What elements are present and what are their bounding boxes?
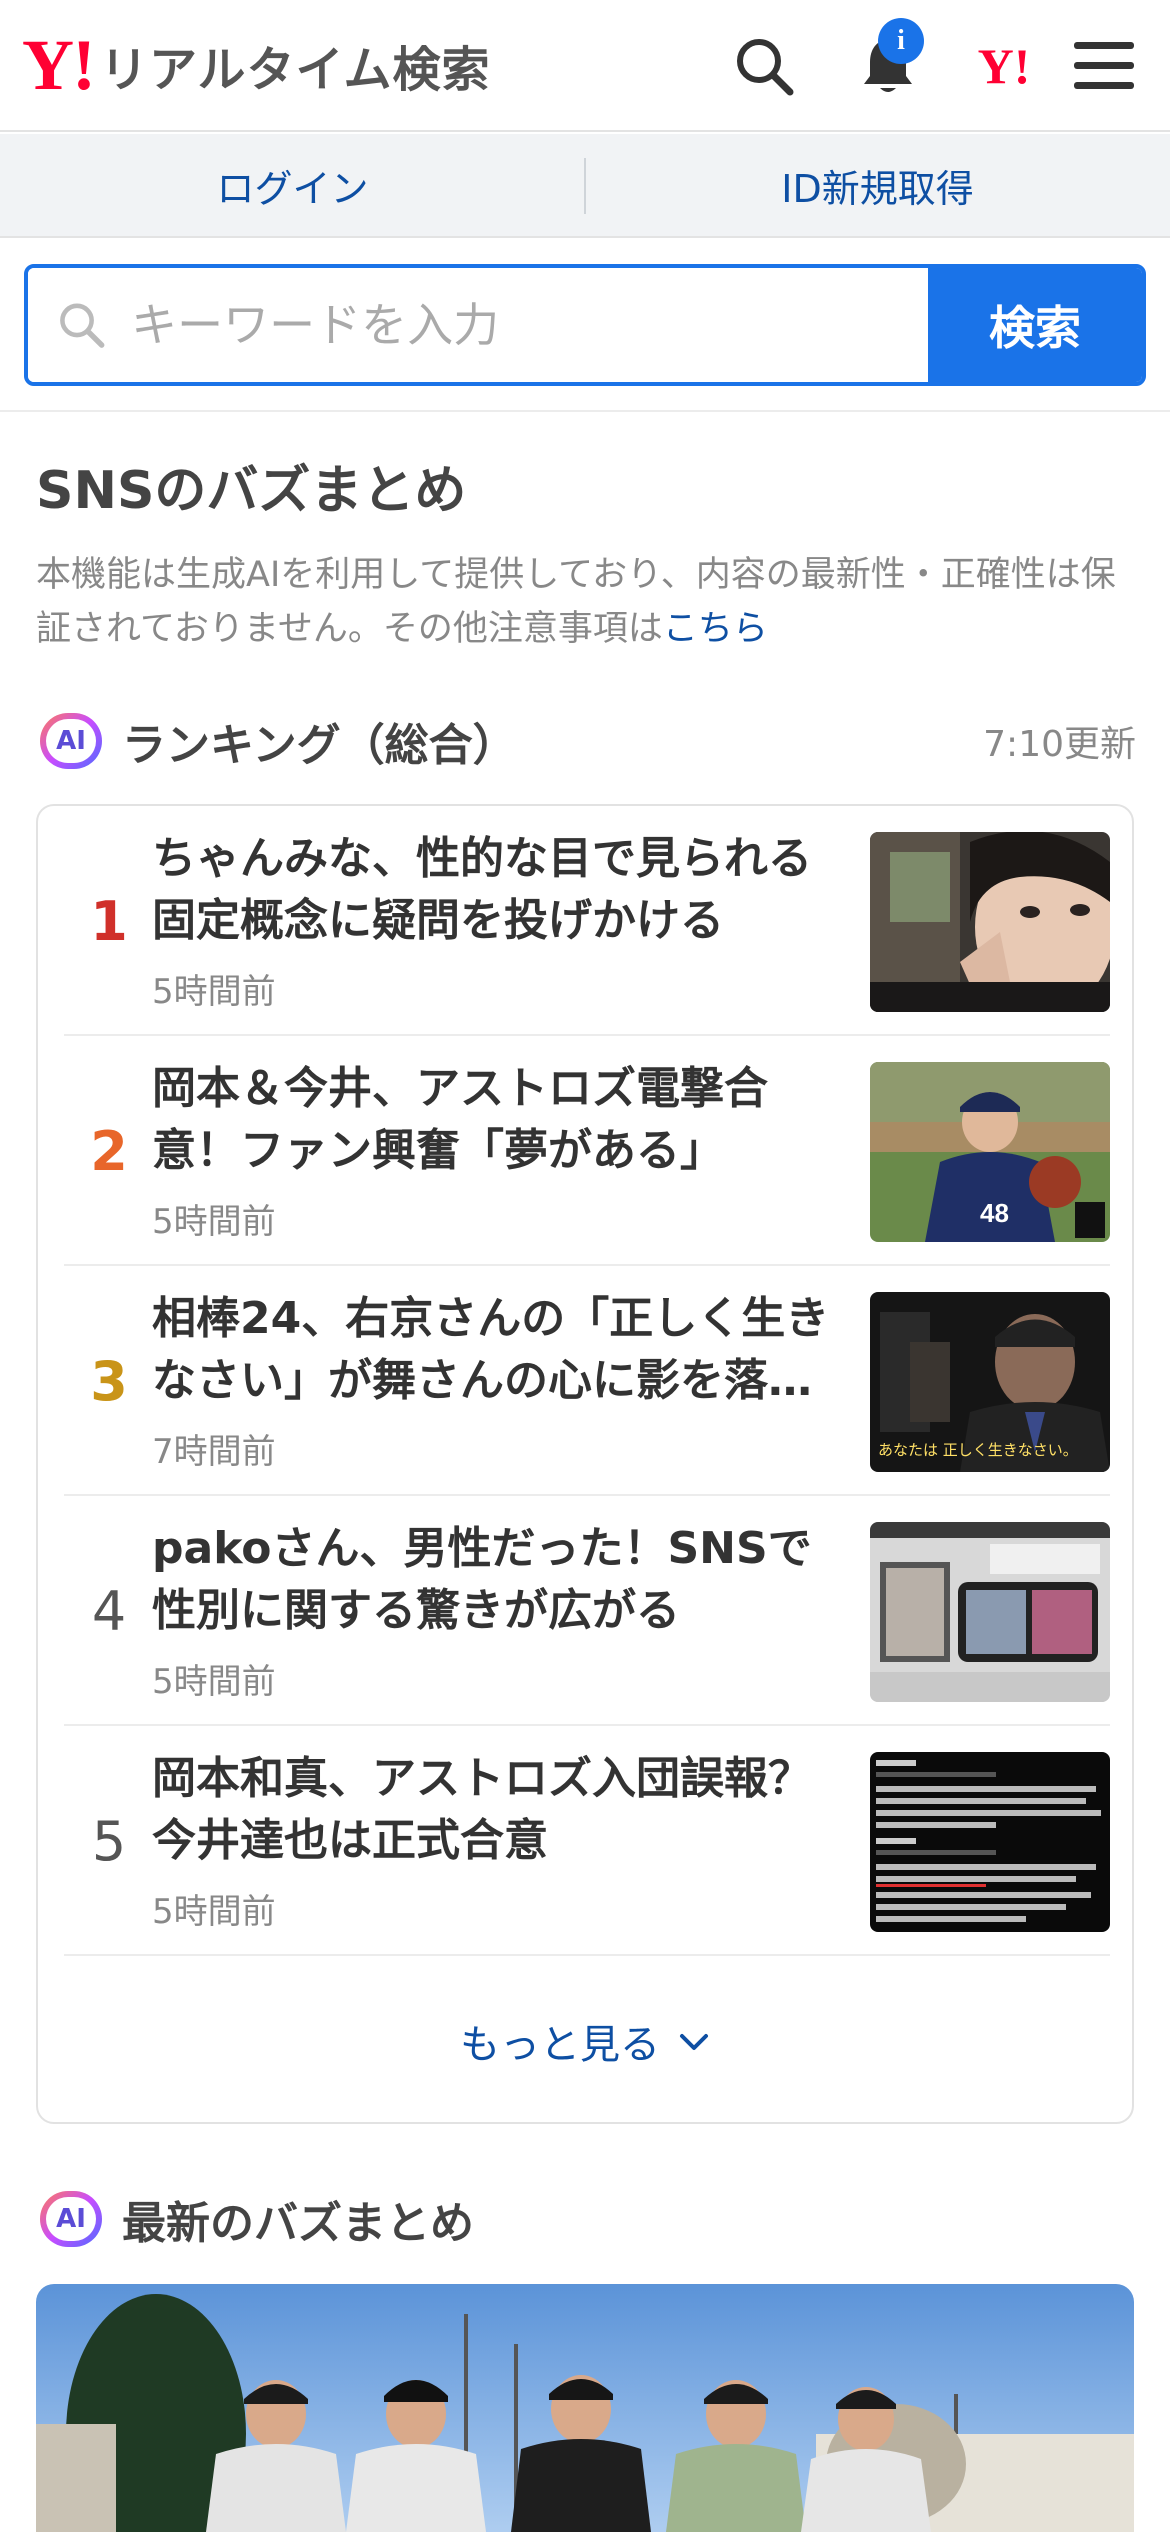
rank-number: 1 — [90, 889, 128, 953]
login-bar: ログイン ID新規取得 — [0, 134, 1170, 238]
thumbnail-caption: あなたは 正しく生きなさい。 — [878, 1441, 1078, 1459]
chevron-down-icon — [680, 2034, 708, 2050]
ranking-time: 5時間前 — [152, 1202, 276, 1242]
more-label: もっと見る — [460, 2022, 660, 2068]
login-link[interactable]: ログイン — [0, 134, 585, 236]
ranking-item[interactable]: 5 岡本和真、アストロズ入団誤報？今井達也は正式合意 5時間前 — [64, 1726, 1110, 1956]
ranking-thumbnail[interactable] — [870, 1522, 1110, 1702]
search-button[interactable]: 検索 — [928, 268, 1142, 382]
yahoo-small-logo: Y! — [977, 38, 1031, 94]
yahoo-realtime-logo[interactable]: Y! リアルタイム検索 — [22, 25, 491, 105]
latest-hero-image[interactable] — [36, 2284, 1134, 2532]
ranking-time: 7時間前 — [152, 1432, 276, 1472]
ranking-time: 5時間前 — [152, 972, 276, 1012]
notification-bell-icon[interactable]: i — [850, 18, 926, 104]
section-title: SNSのバズまとめ — [36, 461, 467, 521]
search-field[interactable] — [28, 268, 928, 382]
notification-badge: i — [878, 18, 924, 64]
yahoo-top-link[interactable]: Y! — [966, 28, 1042, 104]
section-divider — [0, 410, 1170, 412]
more-button[interactable]: もっと見る — [38, 1996, 1136, 2086]
ranking-header: AI ランキング（総合） 7:10更新 — [40, 708, 1136, 774]
ranking-thumbnail[interactable]: 48 — [870, 1062, 1110, 1242]
search-bar: 検索 — [24, 264, 1146, 386]
ranking-thumbnail[interactable] — [870, 832, 1110, 1012]
latest-header: AI 最新のバズまとめ — [40, 2186, 474, 2252]
ai-icon: AI — [40, 2191, 102, 2247]
ranking-card: 1 ちゃんみな、性的な目で見られる固定概念に疑問を投げかける 5時間前 2 岡本… — [36, 804, 1134, 2124]
ranking-headline[interactable]: 岡本和真、アストロズ入団誤報？今井達也は正式合意 — [152, 1748, 842, 1872]
login-divider — [584, 158, 586, 214]
notice-text: 本機能は生成AIを利用して提供しており、内容の最新性・正確性は保証されておりませ… — [36, 555, 1116, 649]
rank-number: 3 — [90, 1349, 128, 1413]
ranking-headline[interactable]: pakoさん、男性だった！SNSで性別に関する驚きが広がる — [152, 1518, 842, 1642]
logo-text: リアルタイム検索 — [99, 42, 491, 98]
ai-icon-label: AI — [46, 719, 96, 763]
ranking-title: ランキング（総合） — [122, 720, 517, 771]
svg-text:48: 48 — [980, 1198, 1009, 1228]
app-header: Y! リアルタイム検索 i Y! — [0, 0, 1170, 132]
ai-notice: 本機能は生成AIを利用して提供しており、内容の最新性・正確性は保証されておりませ… — [36, 548, 1136, 656]
latest-title: 最新のバズまとめ — [122, 2198, 474, 2249]
ai-icon-label: AI — [46, 2197, 96, 2241]
menu-icon[interactable] — [1066, 28, 1142, 104]
ranking-item[interactable]: 3 相棒24、右京さんの「正しく生きなさい」が舞さんの心に影を落… 7時間前 あ… — [64, 1266, 1110, 1496]
ranking-thumbnail[interactable]: あなたは 正しく生きなさい。 — [870, 1292, 1110, 1472]
ranking-headline[interactable]: 岡本＆今井、アストロズ電撃合意！ファン興奮「夢がある」 — [152, 1058, 842, 1182]
register-link[interactable]: ID新規取得 — [585, 134, 1170, 236]
rank-number: 2 — [90, 1119, 128, 1183]
ranking-item[interactable]: 1 ちゃんみな、性的な目で見られる固定概念に疑問を投げかける 5時間前 — [64, 806, 1110, 1036]
rank-number: 4 — [91, 1579, 127, 1643]
yahoo-logo-mark: Y! — [22, 25, 96, 105]
notice-link[interactable]: こちら — [663, 609, 768, 649]
rank-number: 5 — [91, 1809, 127, 1873]
ranking-item[interactable]: 2 岡本＆今井、アストロズ電撃合意！ファン興奮「夢がある」 5時間前 48 — [64, 1036, 1110, 1266]
ranking-time: 5時間前 — [152, 1662, 276, 1702]
search-input[interactable] — [131, 298, 928, 352]
search-field-icon — [60, 303, 105, 348]
search-icon[interactable] — [726, 28, 802, 104]
ai-icon: AI — [40, 713, 102, 769]
ranking-headline[interactable]: ちゃんみな、性的な目で見られる固定概念に疑問を投げかける — [152, 828, 842, 952]
ranking-updated-time: 7:10更新 — [983, 724, 1136, 765]
ranking-time: 5時間前 — [152, 1892, 276, 1932]
ranking-headline[interactable]: 相棒24、右京さんの「正しく生きなさい」が舞さんの心に影を落… — [152, 1288, 842, 1412]
ranking-thumbnail[interactable] — [870, 1752, 1110, 1932]
ranking-item[interactable]: 4 pakoさん、男性だった！SNSで性別に関する驚きが広がる 5時間前 — [64, 1496, 1110, 1726]
